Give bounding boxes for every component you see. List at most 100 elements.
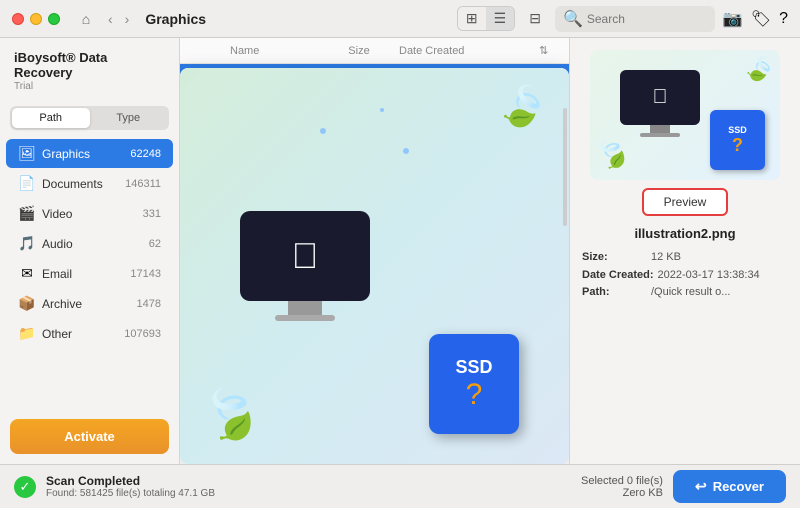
sidebar-item-video[interactable]: 🎬 Video 331 — [6, 199, 173, 228]
grid-view-button[interactable]: ⊞ — [458, 7, 486, 30]
tag-icon[interactable]: 🏷 — [751, 9, 771, 29]
minimize-button[interactable] — [30, 13, 42, 25]
preview-button[interactable]: Preview — [642, 188, 729, 216]
search-input[interactable] — [587, 12, 707, 26]
dot-decoration — [380, 108, 384, 112]
sidebar-item-label: Documents — [42, 177, 119, 191]
path-label: Path: — [582, 284, 647, 302]
sidebar-item-count: 62248 — [130, 148, 161, 160]
tab-type[interactable]: Type — [90, 108, 168, 128]
sidebar-item-archive[interactable]: 📦 Archive 1478 — [6, 289, 173, 318]
forward-button[interactable]: › — [121, 9, 134, 29]
sidebar-header: iBoysoft® Data Recovery Trial — [0, 38, 179, 98]
nav-arrows: ‹ › — [104, 9, 133, 29]
recover-button[interactable]: ↩ Recover — [673, 470, 786, 503]
sidebar-item-label: Graphics — [42, 147, 124, 161]
tab-switcher: Path Type — [10, 106, 169, 130]
sidebar-item-count: 107693 — [124, 328, 161, 340]
camera-icon[interactable]: 📷 — [723, 9, 743, 29]
meta-date-row: Date Created: 2022-03-17 13:38:34 — [582, 267, 788, 285]
ssd-illustration: SSD ? — [429, 334, 519, 434]
sidebar-list: 🖼 Graphics 62248 📄 Documents 146311 🎬 Vi… — [0, 138, 179, 409]
sidebar-item-count: 62 — [149, 238, 161, 250]
preview-thumbnail: 🍃 🍃  SSD ? — [590, 50, 780, 180]
help-icon[interactable]: ? — [779, 10, 788, 28]
file-table-header: Name Size Date Created ⇅ — [180, 38, 569, 64]
scan-title: Scan Completed — [46, 474, 571, 488]
monitor-stand — [288, 301, 322, 315]
sidebar-item-other[interactable]: 📁 Other 107693 — [6, 319, 173, 348]
ssd-question-icon: ? — [466, 378, 483, 412]
recover-label: Recover — [713, 479, 764, 494]
overlay-content: 🍃 🍃  SSD ? — [180, 68, 569, 464]
date-value: 2022-03-17 13:38:34 — [658, 267, 760, 285]
toolbar-right: ⊞ ☰ ⊟ 🔍 📷 🏷 ? — [457, 6, 788, 32]
sidebar-item-documents[interactable]: 📄 Documents 146311 — [6, 169, 173, 198]
sidebar-item-count: 331 — [143, 208, 161, 220]
mac-illustration:  — [240, 211, 370, 321]
filter-button[interactable]: ⊟ — [523, 7, 547, 30]
preview-meta: Size: 12 KB Date Created: 2022-03-17 13:… — [582, 249, 788, 302]
thumb-ssd: SSD ? — [710, 110, 765, 170]
preview-panel: 🍃 🍃  SSD ? Preview illustration2.png — [570, 38, 800, 464]
monitor-screen:  — [240, 211, 370, 301]
sidebar-item-label: Email — [42, 267, 124, 281]
traffic-lights — [12, 13, 60, 25]
column-date: Date Created — [399, 45, 539, 57]
sidebar-item-count: 1478 — [137, 298, 161, 310]
sidebar-item-email[interactable]: ✉ Email 17143 — [6, 259, 173, 288]
column-size: Size — [319, 45, 399, 57]
ssd-label: SSD — [455, 357, 492, 378]
sidebar: iBoysoft® Data Recovery Trial Path Type … — [0, 38, 180, 464]
path-value: /Quick result o... — [651, 284, 730, 302]
view-toggle: ⊞ ☰ — [457, 6, 515, 31]
meta-path-row: Path: /Quick result o... — [582, 284, 788, 302]
sidebar-item-label: Audio — [42, 237, 143, 251]
scrollbar[interactable] — [563, 108, 567, 227]
recover-icon: ↩ — [695, 478, 707, 495]
size-value: 12 KB — [651, 249, 681, 267]
scan-detail: Found: 581425 file(s) totaling 47.1 GB — [46, 488, 571, 499]
preview-overlay: 🍃 🍃  SSD ? — [180, 68, 569, 464]
main-content: iBoysoft® Data Recovery Trial Path Type … — [0, 38, 800, 464]
trial-badge: Trial — [14, 81, 165, 92]
preview-image: 🍃 🍃  SSD ? — [590, 50, 780, 180]
sidebar-item-count: 146311 — [125, 178, 161, 190]
tab-path[interactable]: Path — [12, 108, 90, 128]
graphics-icon: 🖼 — [18, 145, 36, 162]
leaf-left-decoration: 🍃 — [192, 376, 271, 453]
monitor-base — [275, 315, 335, 321]
email-icon: ✉ — [18, 265, 36, 282]
title-bar: ⌂ ‹ › Graphics ⊞ ☰ ⊟ 🔍 📷 🏷 ? — [0, 0, 800, 38]
bottom-bar: ✓ Scan Completed Found: 581425 file(s) t… — [0, 464, 800, 508]
size-label: Size: — [582, 249, 647, 267]
archive-icon: 📦 — [18, 295, 36, 312]
meta-size-row: Size: 12 KB — [582, 249, 788, 267]
app-title: iBoysoft® Data Recovery — [14, 50, 165, 80]
scan-complete-icon: ✓ — [14, 476, 36, 498]
sidebar-item-label: Video — [42, 207, 137, 221]
close-button[interactable] — [12, 13, 24, 25]
scan-status: Scan Completed Found: 581425 file(s) tot… — [46, 474, 571, 499]
maximize-button[interactable] — [48, 13, 60, 25]
back-button[interactable]: ‹ — [104, 9, 117, 29]
preview-filename: illustration2.png — [634, 226, 735, 241]
audio-icon: 🎵 — [18, 235, 36, 252]
selected-info: Selected 0 file(s) Zero KB — [581, 475, 663, 499]
sidebar-item-label: Other — [42, 327, 118, 341]
sidebar-item-label: Archive — [42, 297, 131, 311]
activate-button[interactable]: Activate — [10, 419, 169, 454]
path-title: Graphics — [145, 11, 206, 27]
thumb-leaf-left: 🍃 — [590, 130, 636, 176]
list-view-button[interactable]: ☰ — [486, 7, 515, 30]
home-icon[interactable]: ⌂ — [76, 9, 96, 29]
sidebar-item-graphics[interactable]: 🖼 Graphics 62248 — [6, 139, 173, 168]
column-name: Name — [230, 45, 319, 57]
apple-logo-icon:  — [292, 235, 319, 277]
selected-count: Selected 0 file(s) — [581, 475, 663, 487]
sidebar-item-audio[interactable]: 🎵 Audio 62 — [6, 229, 173, 258]
thumb-mac:  — [620, 70, 700, 137]
dot-decoration — [403, 148, 409, 154]
video-icon: 🎬 — [18, 205, 36, 222]
leaf-right-decoration: 🍃 — [493, 76, 556, 137]
